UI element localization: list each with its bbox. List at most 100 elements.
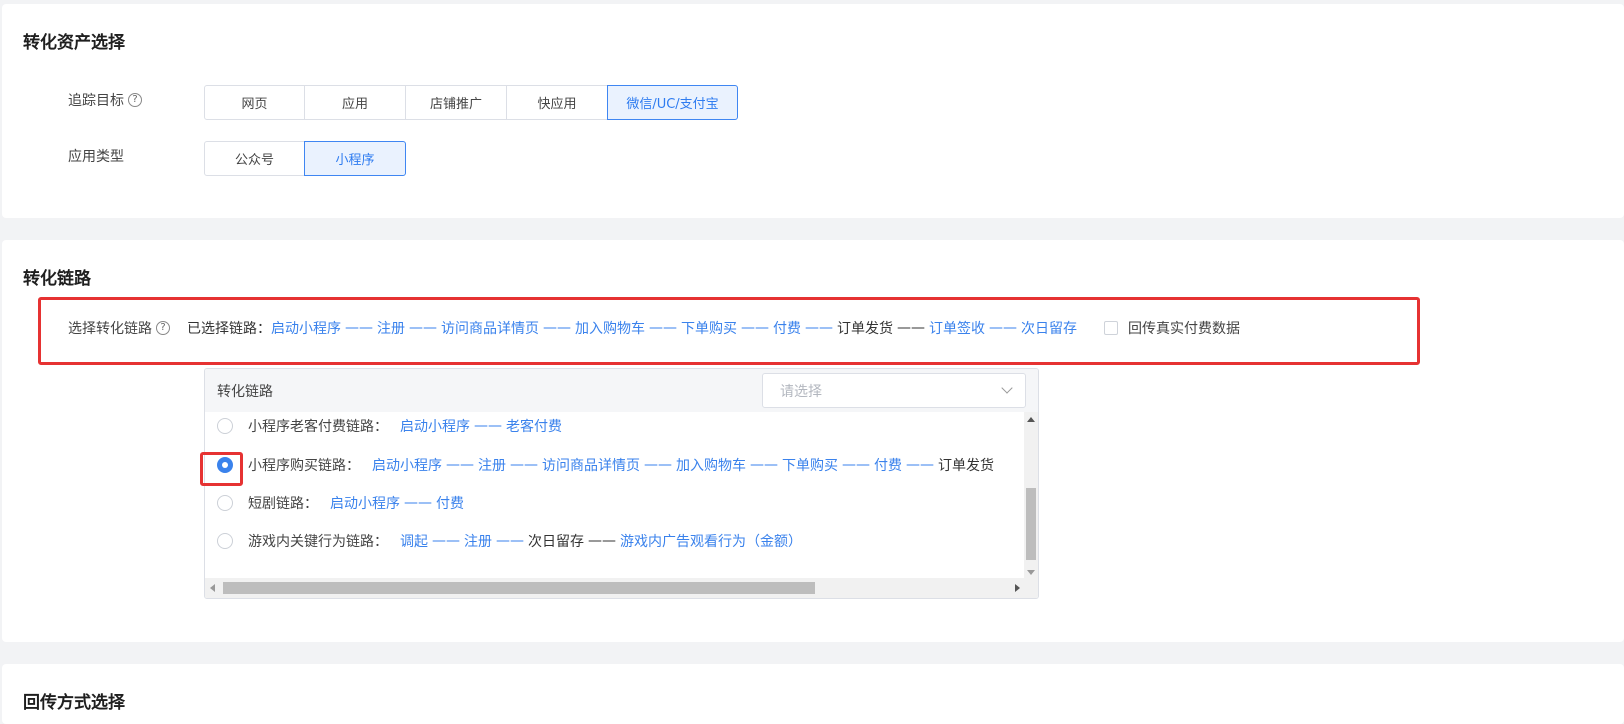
chain-arrow: —— bbox=[496, 533, 524, 549]
selected-chain-steps: 启动小程序 —— 注册 —— 访问商品详情页 —— 加入购物车 —— 下单购买 —— 付费 —— 订单发… bbox=[271, 318, 1077, 338]
tracking-target-label-text: 追踪目标 bbox=[68, 93, 124, 109]
chain-step: 加入购物车 bbox=[676, 458, 746, 474]
chain-option[interactable]: 游戏内关键行为链路： 调起 —— 注册 —— 次日留存 —— 游戏内广告观看行为（金额） bbox=[217, 529, 802, 553]
option-steps: 启动小程序 —— 注册 —— 访问商品详情页 —— 加入购物车 —— 下单购买 —— 付费 —— 订单发… bbox=[372, 455, 994, 475]
section-title: 回传方式选择 bbox=[23, 693, 125, 713]
chain-step: 老客付费 bbox=[506, 419, 562, 435]
chain-arrow: —— bbox=[842, 457, 870, 473]
chain-arrow: —— bbox=[649, 320, 677, 336]
chain-arrow: —— bbox=[510, 457, 538, 473]
chain-step: 启动小程序 bbox=[400, 419, 470, 435]
chain-step: 访问商品详情页 bbox=[441, 321, 539, 337]
chain-arrow: —— bbox=[805, 320, 833, 336]
app-type-option-mini-program[interactable]: 小程序 bbox=[304, 141, 406, 176]
chain-step: 注册 bbox=[464, 534, 492, 550]
chain-arrow: —— bbox=[543, 320, 571, 336]
chain-step: 访问商品详情页 bbox=[542, 458, 640, 474]
chain-step: 注册 bbox=[478, 458, 506, 474]
chain-step: 启动小程序 bbox=[372, 458, 442, 474]
callback-method-card: 回传方式选择 bbox=[2, 664, 1624, 724]
chain-arrow: —— bbox=[345, 320, 373, 336]
chain-label: 选择转化链路 ? bbox=[68, 318, 170, 338]
up-arrow-icon[interactable] bbox=[1027, 417, 1035, 422]
chain-step: 订单签收 bbox=[929, 321, 985, 337]
chain-step: 启动小程序 bbox=[330, 496, 400, 512]
radio[interactable] bbox=[217, 533, 233, 549]
option-name: 小程序购买链路： bbox=[248, 458, 360, 474]
chain-step: 游戏内广告观看行为（金额） bbox=[620, 534, 802, 550]
chain-arrow: —— bbox=[474, 418, 502, 434]
scroll-corner bbox=[1024, 578, 1038, 598]
section-title: 转化资产选择 bbox=[23, 33, 125, 53]
tracking-target-option-quickapp[interactable]: 快应用 bbox=[506, 85, 608, 120]
tracking-target-option-wechat-uc-alipay[interactable]: 微信/UC/支付宝 bbox=[607, 85, 738, 120]
option-steps: 调起 —— 注册 —— 次日留存 —— 游戏内广告观看行为（金额） bbox=[400, 531, 802, 551]
selected-radio-highlight bbox=[200, 452, 243, 486]
chain-arrow: —— bbox=[432, 533, 460, 549]
chain-step: 调起 bbox=[400, 534, 428, 550]
option-steps: 启动小程序 —— 付费 bbox=[330, 493, 464, 513]
app-type-option-official-account[interactable]: 公众号 bbox=[204, 141, 305, 176]
tracking-target-option-store[interactable]: 店铺推广 bbox=[405, 85, 507, 120]
selected-chain-prefix: 已选择链路： bbox=[187, 321, 271, 337]
chain-arrow: —— bbox=[750, 457, 778, 473]
panel-header-label: 转化链路 bbox=[217, 383, 273, 400]
chain-step: 次日留存 bbox=[1021, 321, 1077, 337]
chain-arrow: —— bbox=[989, 320, 1017, 336]
chevron-down-icon bbox=[1001, 382, 1013, 394]
option-steps: 启动小程序 —— 老客付费 bbox=[400, 416, 562, 436]
app-type-label: 应用类型 bbox=[68, 149, 124, 165]
horizontal-scrollbar[interactable] bbox=[205, 578, 1025, 598]
select-placeholder: 请选择 bbox=[780, 383, 822, 400]
chain-arrow: —— bbox=[897, 320, 925, 336]
tracking-target-option-webpage[interactable]: 网页 bbox=[204, 85, 305, 120]
radio[interactable] bbox=[217, 418, 233, 434]
tracking-target-segmented: 网页 应用 店铺推广 快应用 微信/UC/支付宝 bbox=[204, 85, 738, 120]
chain-arrow: —— bbox=[404, 495, 432, 511]
chain-option[interactable]: 小程序老客付费链路： 启动小程序 —— 老客付费 bbox=[217, 414, 562, 438]
chain-step: 注册 bbox=[377, 321, 405, 337]
chain-step: 付费 bbox=[773, 321, 801, 337]
chain-arrow: —— bbox=[409, 320, 437, 336]
chain-arrow: —— bbox=[446, 457, 474, 473]
scroll-thumb[interactable] bbox=[1026, 488, 1036, 560]
chain-option[interactable]: 小程序购买链路： 启动小程序 —— 注册 —— 访问商品详情页 —— 加入购物车 —— 下单购买 —… bbox=[217, 453, 994, 477]
tracking-target-option-app[interactable]: 应用 bbox=[304, 85, 406, 120]
panel-header: 转化链路 请选择 bbox=[205, 369, 1038, 412]
scroll-thumb[interactable] bbox=[223, 582, 815, 594]
real-payment-checkbox[interactable]: 回传真实付费数据 bbox=[1104, 318, 1240, 338]
chain-arrow: —— bbox=[644, 457, 672, 473]
chain-arrow: —— bbox=[906, 457, 934, 473]
chain-step: 下单购买 bbox=[782, 458, 838, 474]
chain-step: 付费 bbox=[436, 496, 464, 512]
selected-chain-row: 选择转化链路 ? 已选择链路： 启动小程序 —— 注册 —— 访问商品详情页 —— 加入购物… bbox=[68, 317, 1240, 339]
tracking-target-label: 追踪目标 ? bbox=[68, 90, 142, 110]
section-title: 转化链路 bbox=[23, 269, 91, 289]
chain-arrow: —— bbox=[588, 533, 616, 549]
chain-option[interactable]: 短剧链路： 启动小程序 —— 付费 bbox=[217, 491, 464, 515]
option-name: 游戏内关键行为链路： bbox=[248, 534, 388, 550]
chain-step: 次日留存 bbox=[528, 534, 584, 550]
chain-step: 加入购物车 bbox=[575, 321, 645, 337]
chain-step: 付费 bbox=[874, 458, 902, 474]
checkbox-label: 回传真实付费数据 bbox=[1128, 321, 1240, 337]
asset-selection-card: 转化资产选择 追踪目标 ? 网页 应用 店铺推广 快应用 微信/UC/支付宝 应… bbox=[2, 4, 1624, 218]
help-icon[interactable]: ? bbox=[156, 321, 170, 335]
down-arrow-icon[interactable] bbox=[1027, 570, 1035, 575]
chain-options-list: 小程序老客付费链路： 启动小程序 —— 老客付费 小程序购买链路： 启动小程序 —— 注册 ——… bbox=[205, 412, 1025, 580]
right-arrow-icon[interactable] bbox=[1015, 584, 1020, 592]
chain-arrow: —— bbox=[741, 320, 769, 336]
left-arrow-icon[interactable] bbox=[210, 584, 215, 592]
chain-dropdown-panel: 转化链路 请选择 小程序老客付费链路： 启动小程序 —— 老客付费 小程序购买链路： 启动… bbox=[204, 368, 1039, 599]
help-icon[interactable]: ? bbox=[128, 93, 142, 107]
option-name: 短剧链路： bbox=[248, 496, 318, 512]
chain-label-text: 选择转化链路 bbox=[68, 321, 152, 337]
app-type-segmented: 公众号 小程序 bbox=[204, 141, 406, 176]
chain-step: 启动小程序 bbox=[271, 321, 341, 337]
chain-select[interactable]: 请选择 bbox=[762, 373, 1026, 408]
radio[interactable] bbox=[217, 495, 233, 511]
checkbox-box[interactable] bbox=[1104, 321, 1118, 335]
vertical-scrollbar[interactable] bbox=[1024, 412, 1038, 580]
chain-step: 订单发货 bbox=[938, 458, 994, 474]
option-name: 小程序老客付费链路： bbox=[248, 419, 388, 435]
